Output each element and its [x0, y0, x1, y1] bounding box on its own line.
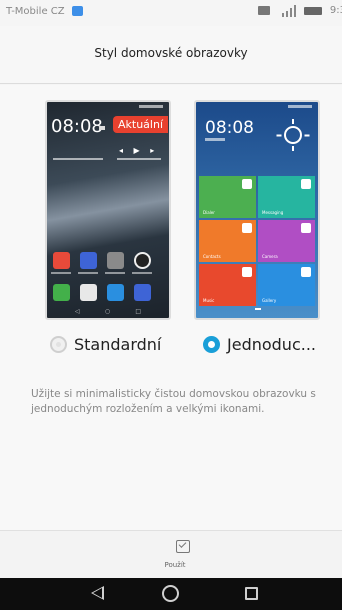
sun-ray: [276, 134, 282, 137]
status-icons: 9:3: [232, 5, 342, 19]
browser-icon: [134, 284, 151, 301]
navigation-bar: [0, 578, 342, 610]
simple-style-option[interactable]: Jednoduc...: [203, 331, 316, 357]
current-badge: Aktuální: [113, 116, 169, 133]
header: Styl domovské obrazovky: [0, 26, 342, 84]
tile-label: Contacts: [203, 254, 221, 259]
app-icon: [80, 252, 97, 269]
app-icon: [107, 252, 124, 269]
app-label: [105, 272, 125, 274]
simple-radio[interactable]: [203, 335, 220, 353]
tile-label: Music: [203, 298, 215, 303]
media-controls-icon: ◂ ▶ ▸: [119, 146, 159, 155]
app-label: [78, 272, 98, 274]
preview-date: [205, 138, 225, 141]
standard-style-option[interactable]: Standardní: [50, 331, 161, 357]
messaging-icon: [107, 284, 124, 301]
tile-dialer: Dialer: [199, 176, 256, 218]
preview-status-bar: [288, 105, 312, 108]
message-icon: [301, 179, 311, 189]
signal-icon: [282, 5, 296, 17]
standard-label: Standardní: [74, 334, 162, 354]
standard-style-preview[interactable]: 08:08 Aktuální ◂ ▶ ▸ ◁ ○ □: [45, 100, 171, 320]
music-icon: [242, 267, 252, 277]
sun-ray: [304, 134, 310, 137]
camera-icon: [301, 223, 311, 233]
sim-icon: [72, 6, 83, 16]
tile-label: Gallery: [262, 298, 277, 303]
simple-style-preview[interactable]: 08:08 Dialer Messaging Contacts Camera M…: [194, 100, 320, 320]
tile-gallery: Gallery: [258, 264, 315, 306]
status-bar: T-Mobile CZ 9:3: [0, 0, 342, 26]
preview-divider: [117, 158, 161, 160]
preview-status-bar: [139, 105, 163, 108]
back-icon[interactable]: [91, 586, 104, 600]
checkbox-icon: [176, 540, 190, 553]
contacts-icon: [242, 223, 252, 233]
tile-label: Camera: [262, 254, 278, 259]
sun-icon: [284, 126, 302, 144]
app-label: [132, 272, 152, 274]
sun-ray: [292, 146, 294, 151]
phone-icon: [53, 284, 70, 301]
tile-label: Dialer: [203, 210, 215, 215]
style-description: Užijte si minimalisticky čistou domovsko…: [31, 388, 316, 415]
app-icon: [134, 252, 151, 269]
page-indicator: [255, 308, 261, 310]
bottom-action-bar: Použít: [0, 530, 342, 578]
app-icon: [53, 252, 70, 269]
apply-label: Použít: [164, 561, 186, 569]
message-icon: [258, 6, 270, 15]
gallery-icon: [301, 267, 311, 277]
tile-camera: Camera: [258, 220, 315, 262]
tile-messaging: Messaging: [258, 176, 315, 218]
standard-radio[interactable]: [50, 335, 67, 353]
preview-clock: 08:08: [51, 116, 103, 137]
preview-divider: [53, 158, 103, 160]
apply-button[interactable]: Použít: [140, 531, 210, 579]
style-picker: 08:08 Aktuální ◂ ▶ ▸ ◁○□ 08:08 Dialer: [0, 85, 342, 530]
simple-label: Jednoduc...: [227, 334, 316, 354]
app-label: [51, 272, 71, 274]
contacts-icon: [80, 284, 97, 301]
page-title: Styl domovské obrazovky: [94, 46, 248, 60]
tile-contacts: Contacts: [199, 220, 256, 262]
battery-icon: [304, 7, 322, 15]
carrier-name: T-Mobile CZ: [6, 6, 65, 17]
tile-label: Messaging: [262, 210, 284, 215]
weather-icon: [99, 126, 105, 130]
sun-ray: [292, 119, 294, 124]
recent-apps-icon[interactable]: [245, 587, 258, 600]
preview-nav-bar: ◁ ○ □: [75, 308, 141, 315]
phone-icon: [242, 179, 252, 189]
preview-clock: 08:08: [205, 118, 254, 138]
clock: 9:3: [329, 5, 342, 16]
tile-music: Music: [199, 264, 256, 306]
home-icon[interactable]: [162, 585, 179, 602]
